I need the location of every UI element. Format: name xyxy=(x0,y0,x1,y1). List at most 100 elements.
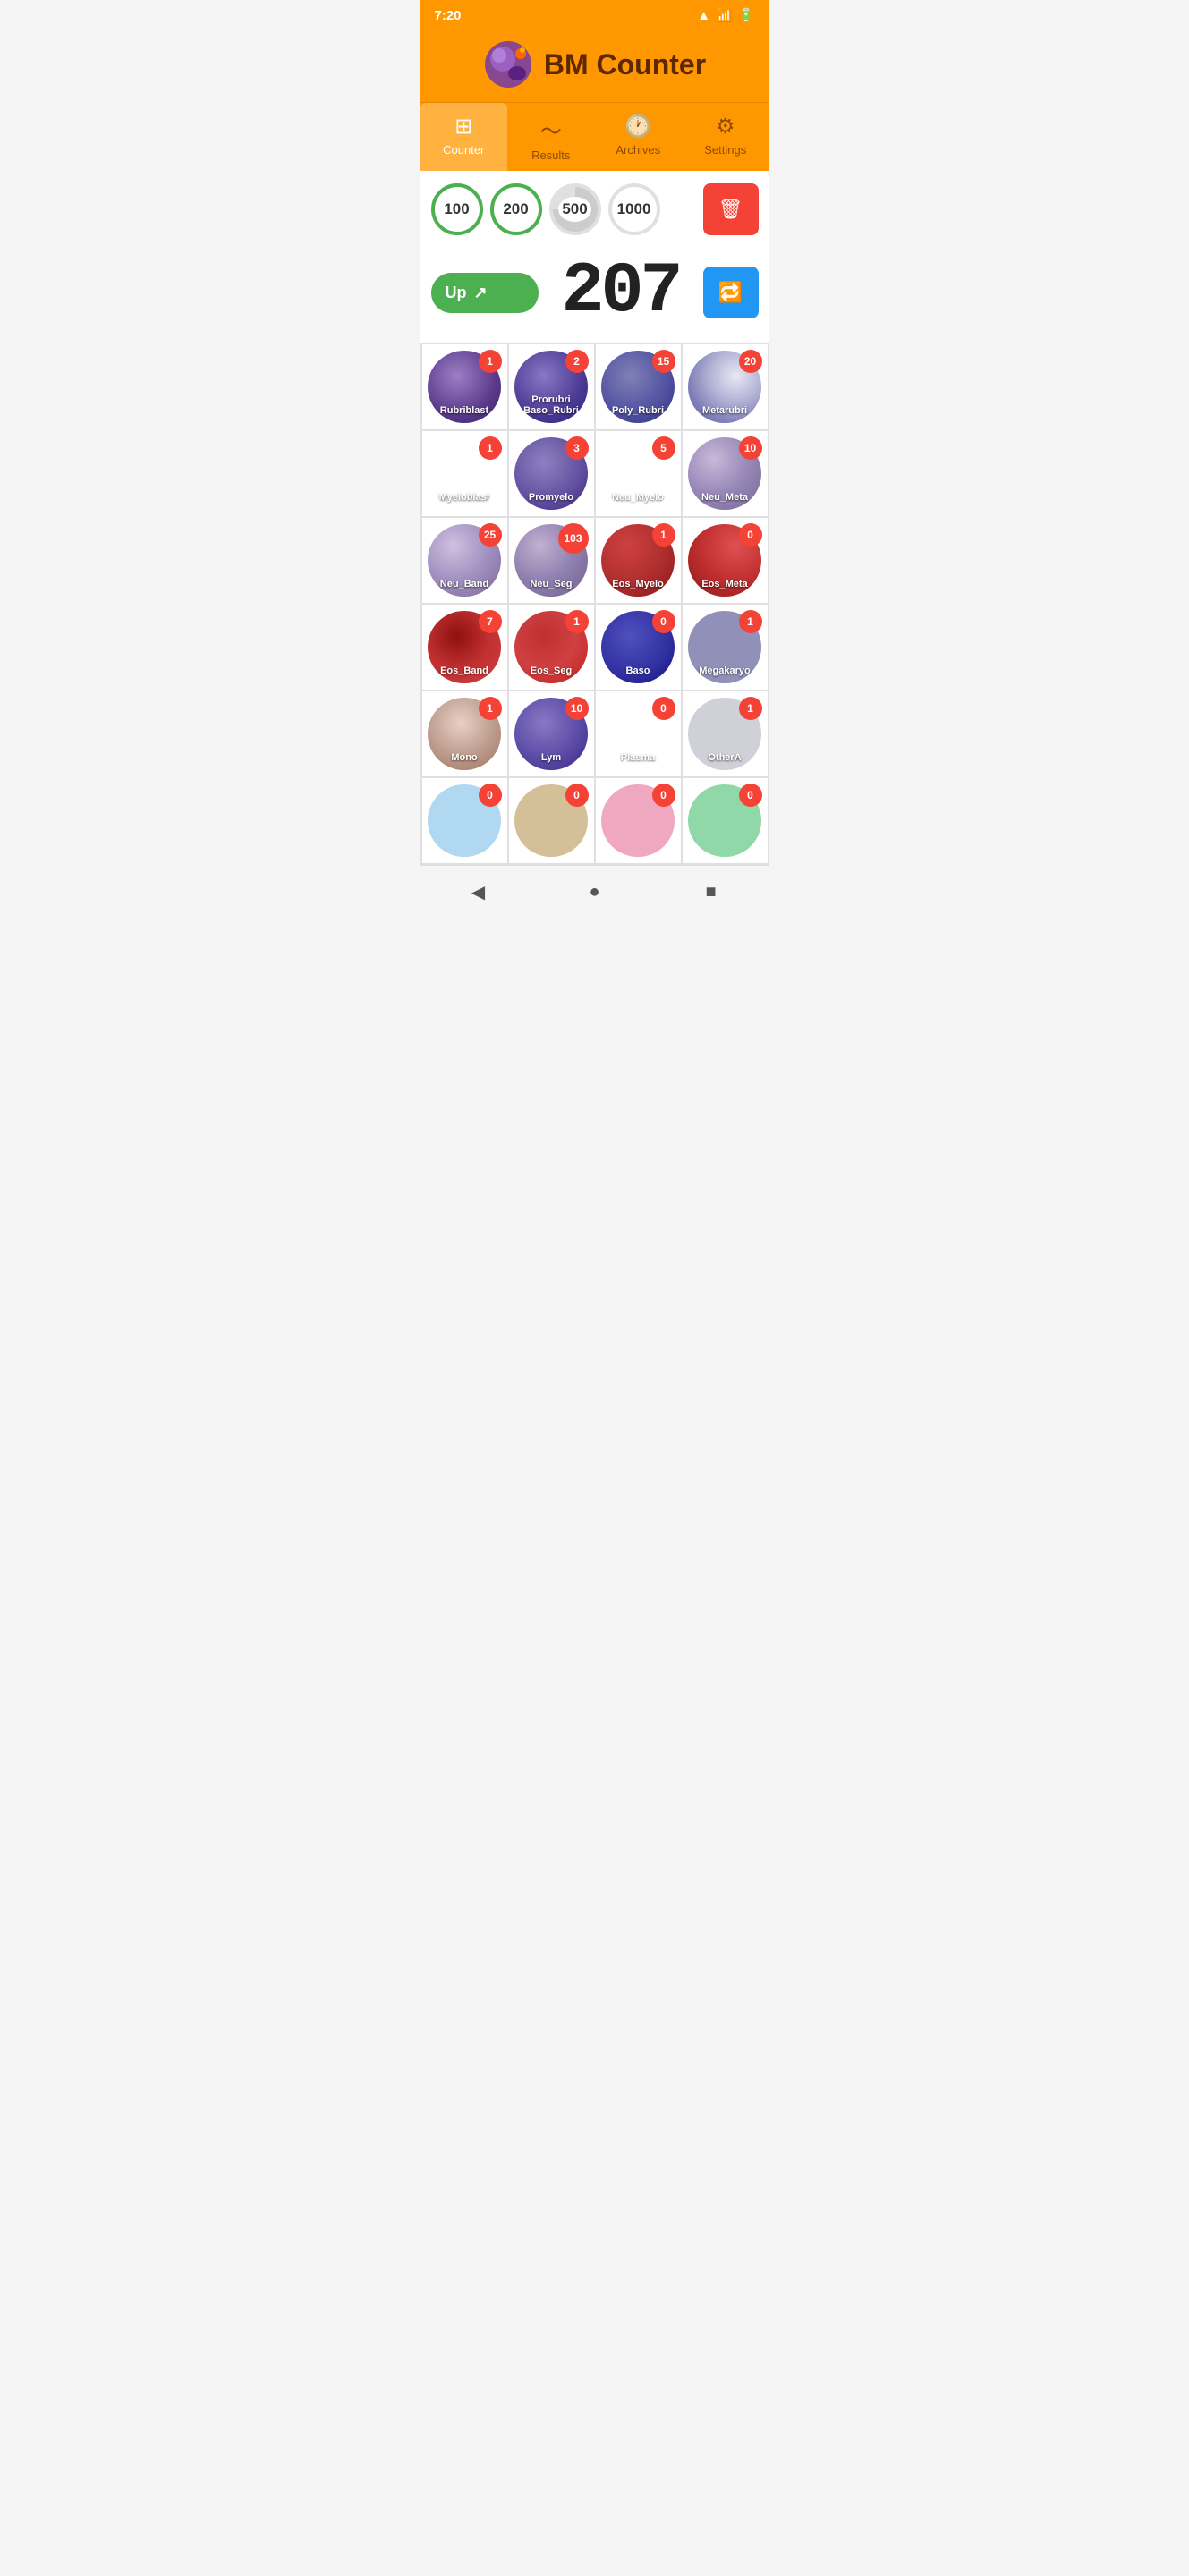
cell-count-plasma: 0 xyxy=(652,697,675,720)
cell-label-neu-meta: Neu_Meta xyxy=(701,492,748,503)
cell-count-othera: 1 xyxy=(739,697,762,720)
cell-count-prorubri-baso-rubri: 2 xyxy=(565,350,589,373)
cell-count-metarubri: 20 xyxy=(739,350,762,373)
cell-megakaryo[interactable]: Megakaryo 1 xyxy=(683,605,768,690)
reset-icon: 🔁 xyxy=(718,281,743,304)
counter-icon: ⊞ xyxy=(454,114,472,140)
cell-neu-band[interactable]: Neu_Band 25 xyxy=(422,518,507,603)
cell-label-eos-band: Eos_Band xyxy=(440,665,488,676)
cell-count-megakaryo: 1 xyxy=(739,610,762,633)
up-label: Up xyxy=(446,284,467,302)
cell-othera[interactable]: OtherA 1 xyxy=(683,691,768,776)
counter-value: 207 xyxy=(548,257,694,328)
cell-count-neu-seg: 103 xyxy=(558,523,589,554)
cell-count-light-blue: 0 xyxy=(479,784,502,807)
bottom-nav: ◀ ● ■ xyxy=(420,865,769,923)
cell-grid: Rubriblast 1 Prorubri Baso_Rubri 2 Poly_… xyxy=(420,343,769,865)
cell-label-metarubri: Metarubri xyxy=(702,405,747,416)
cell-eos-seg[interactable]: Eos_Seg 1 xyxy=(509,605,594,690)
cell-count-eos-band: 7 xyxy=(479,610,502,633)
recent-icon: ■ xyxy=(705,882,716,902)
target-200[interactable]: 200 xyxy=(490,183,542,235)
tab-counter-label: Counter xyxy=(443,143,484,157)
target-500[interactable]: 500 xyxy=(549,183,601,235)
cell-rubriblast[interactable]: Rubriblast 1 xyxy=(422,344,507,429)
results-icon: 〜 xyxy=(540,114,562,145)
cell-label-eos-meta: Eos_Meta xyxy=(701,579,747,589)
cell-label-poly-rubri: Poly_Rubri xyxy=(612,405,664,416)
cell-label-neu-band: Neu_Band xyxy=(440,579,488,589)
tab-settings-label: Settings xyxy=(704,143,746,157)
cell-label-megakaryo: Megakaryo xyxy=(699,665,750,676)
cell-count-myeloblast: 1 xyxy=(479,436,502,460)
up-toggle[interactable]: Up ↗ xyxy=(431,273,539,313)
home-icon: ● xyxy=(589,882,599,902)
tab-archives[interactable]: 🕐 Archives xyxy=(595,103,683,171)
cell-label-eos-myelo: Eos_Myelo xyxy=(612,579,663,589)
back-button[interactable]: ◀ xyxy=(456,878,501,905)
home-button[interactable]: ● xyxy=(573,878,617,905)
tab-results[interactable]: 〜 Results xyxy=(507,103,595,171)
cell-green[interactable]: 0 xyxy=(683,778,768,863)
cell-count-neu-meta: 10 xyxy=(739,436,762,460)
cell-mono[interactable]: Mono 1 xyxy=(422,691,507,776)
cell-poly-rubri[interactable]: Poly_Rubri 15 xyxy=(596,344,681,429)
target-1000[interactable]: 1000 xyxy=(608,183,660,235)
cell-label-prorubri-baso-rubri: Prorubri Baso_Rubri xyxy=(514,394,588,416)
tab-counter[interactable]: ⊞ Counter xyxy=(420,103,508,171)
cell-promyelo[interactable]: Promyelo 3 xyxy=(509,431,594,516)
cell-eos-meta[interactable]: Eos_Meta 0 xyxy=(683,518,768,603)
cell-prorubri-baso-rubri[interactable]: Prorubri Baso_Rubri 2 xyxy=(509,344,594,429)
cell-count-pink: 0 xyxy=(652,784,675,807)
cell-eos-band[interactable]: Eos_Band 7 xyxy=(422,605,507,690)
cell-label-othera: OtherA xyxy=(708,752,741,763)
cell-label-plasma: Plasma xyxy=(621,752,656,763)
cell-label-mono: Mono xyxy=(451,752,477,763)
cell-label-neu-seg: Neu_Seg xyxy=(530,579,572,589)
cell-label-lym: Lym xyxy=(541,752,561,763)
cell-neu-myelo[interactable]: Neu_Myelo 5 xyxy=(596,431,681,516)
cell-label-eos-seg: Eos_Seg xyxy=(531,665,572,676)
target-100[interactable]: 100 xyxy=(431,183,483,235)
back-icon: ◀ xyxy=(471,881,485,903)
cell-count-green: 0 xyxy=(739,784,762,807)
tab-settings[interactable]: ⚙ Settings xyxy=(682,103,769,171)
cell-count-promyelo: 3 xyxy=(565,436,589,460)
cell-tan[interactable]: 0 xyxy=(509,778,594,863)
cell-count-eos-myelo: 1 xyxy=(652,523,675,547)
delete-button[interactable]: 🗑 xyxy=(703,183,759,235)
cell-count-eos-seg: 1 xyxy=(565,610,589,633)
settings-icon: ⚙ xyxy=(716,114,735,140)
tab-bar: ⊞ Counter 〜 Results 🕐 Archives ⚙ Setting… xyxy=(420,102,769,171)
cell-light-blue[interactable]: 0 xyxy=(422,778,507,863)
cell-label-baso: Baso xyxy=(626,665,650,676)
trash-icon: 🗑 xyxy=(718,198,743,221)
cell-lym[interactable]: Lym 10 xyxy=(509,691,594,776)
cell-eos-myelo[interactable]: Eos_Myelo 1 xyxy=(596,518,681,603)
cell-neu-seg[interactable]: Neu_Seg 103 xyxy=(509,518,594,603)
status-bar: 7:20 ▲ 📶 🔋 xyxy=(420,0,769,30)
status-icons: ▲ 📶 🔋 xyxy=(697,7,754,23)
cell-count-poly-rubri: 15 xyxy=(652,350,675,373)
tab-results-label: Results xyxy=(531,148,570,162)
cell-baso[interactable]: Baso 0 xyxy=(596,605,681,690)
counter-controls: 100 200 500 1000 🗑 xyxy=(420,171,769,248)
cell-pink[interactable]: 0 xyxy=(596,778,681,863)
cell-count-mono: 1 xyxy=(479,697,502,720)
cell-neu-meta[interactable]: Neu_Meta 10 xyxy=(683,431,768,516)
cell-label-rubriblast: Rubriblast xyxy=(440,405,488,416)
app-logo xyxy=(483,39,533,89)
app-header: BM Counter xyxy=(420,30,769,102)
cell-myeloblast[interactable]: Myeloblast 1 xyxy=(422,431,507,516)
reset-button[interactable]: 🔁 xyxy=(703,267,759,318)
recent-button[interactable]: ■ xyxy=(689,878,734,905)
battery-icon: 🔋 xyxy=(738,7,755,23)
status-time: 7:20 xyxy=(435,8,462,23)
archives-icon: 🕐 xyxy=(624,114,651,140)
cell-metarubri[interactable]: Metarubri 20 xyxy=(683,344,768,429)
up-icon: ↗ xyxy=(474,284,488,302)
cell-count-neu-band: 25 xyxy=(479,523,502,547)
cell-plasma[interactable]: Plasma 0 xyxy=(596,691,681,776)
cell-count-tan: 0 xyxy=(565,784,589,807)
wifi-icon: ▲ xyxy=(697,8,710,23)
